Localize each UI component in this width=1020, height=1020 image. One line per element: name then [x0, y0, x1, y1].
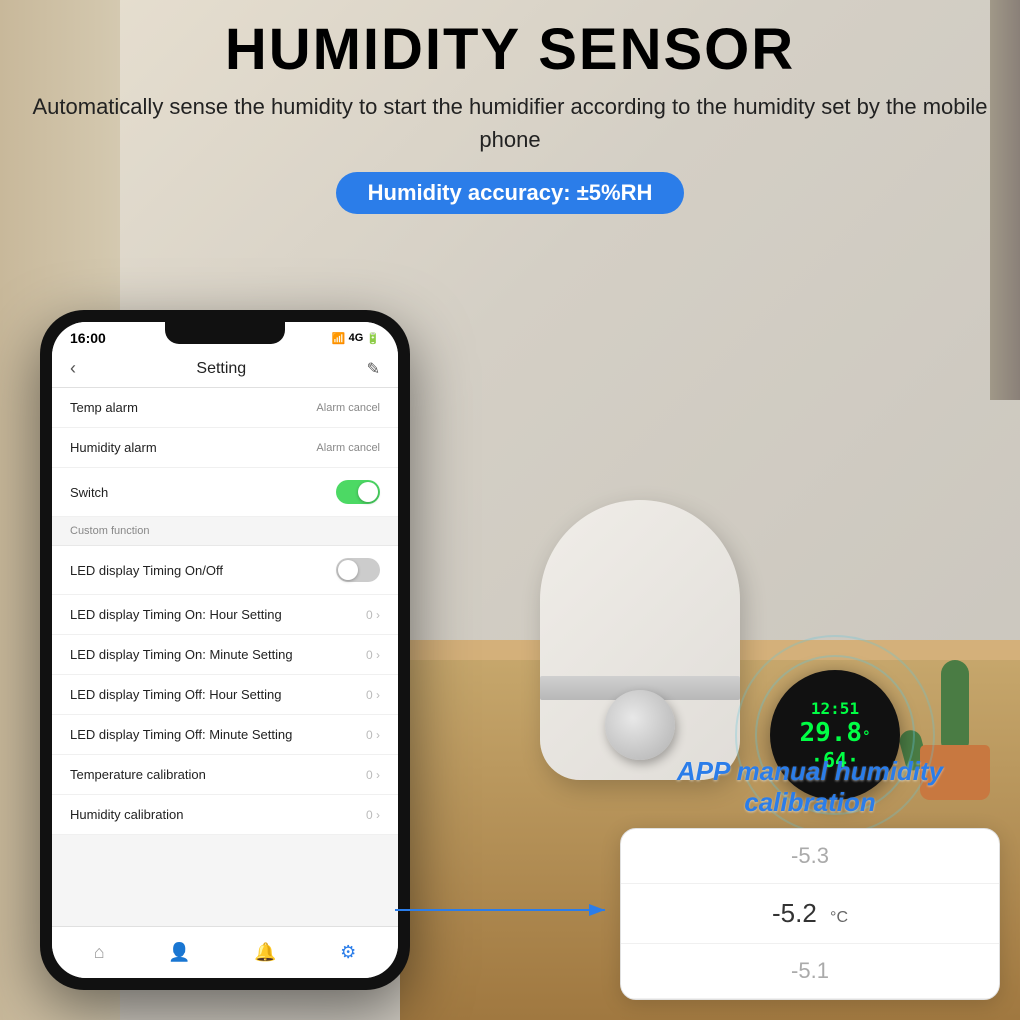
custom-section-header: Custom function — [52, 517, 398, 546]
bottom-nav-profile[interactable]: 👤 — [168, 942, 190, 963]
main-title: HUMIDITY SENSOR — [0, 18, 1020, 82]
profile-icon: 👤 — [168, 942, 190, 963]
led-on-minute-label: LED display Timing On: Minute Setting — [70, 647, 293, 662]
edit-button[interactable]: ✎ — [367, 359, 380, 379]
humidity-alarm-item[interactable]: Humidity alarm Alarm cancel — [52, 428, 398, 468]
led-on-hour-label: LED display Timing On: Hour Setting — [70, 607, 282, 622]
led-timing-toggle-item[interactable]: LED display Timing On/Off — [52, 546, 398, 595]
cal-unit: °C — [830, 909, 848, 926]
humidifier-knob — [605, 690, 675, 760]
cal-value-selected: -5.2 °C — [621, 884, 999, 944]
humidity-calibration-item[interactable]: Humidity calibration 0 › — [52, 795, 398, 835]
cal-value-bottom: -5.1 — [621, 944, 999, 999]
calibration-card: -5.3 -5.2 °C -5.1 — [620, 828, 1000, 1000]
temp-alarm-label: Temp alarm — [70, 400, 138, 415]
header-section: HUMIDITY SENSOR Automatically sense the … — [0, 0, 1020, 214]
phone-notch — [165, 322, 285, 344]
bottom-nav-settings[interactable]: ⚙ — [340, 942, 356, 963]
led-off-hour-label: LED display Timing Off: Hour Setting — [70, 687, 281, 702]
temp-calibration-arrow: 0 › — [366, 768, 380, 782]
led-on-minute-arrow: 0 › — [366, 648, 380, 662]
led-off-minute-label: LED display Timing Off: Minute Setting — [70, 727, 292, 742]
temp-calibration-label: Temperature calibration — [70, 767, 206, 782]
nav-title: Setting — [196, 360, 246, 378]
network-label: 4G — [349, 332, 364, 344]
calibration-section: APP manual humidity calibration -5.3 -5.… — [620, 756, 1000, 1000]
humidifier-body — [540, 500, 740, 780]
accuracy-badge: Humidity accuracy: ±5%RH — [336, 172, 685, 214]
nav-bar: ‹ Setting ✎ — [52, 350, 398, 388]
signal-icon: 📶 — [332, 332, 346, 345]
humidity-calibration-arrow: 0 › — [366, 808, 380, 822]
home-icon: ⌂ — [94, 942, 105, 963]
temp-alarm-item[interactable]: Temp alarm Alarm cancel — [52, 388, 398, 428]
led-timing-toggle[interactable] — [336, 558, 380, 582]
sensor-temperature: 29.8° — [799, 718, 870, 748]
settings-list: Temp alarm Alarm cancel Humidity alarm A… — [52, 388, 398, 517]
switch-label: Switch — [70, 485, 108, 500]
humidity-alarm-value: Alarm cancel — [316, 442, 380, 454]
bottom-nav-alarm[interactable]: 🔔 — [254, 942, 276, 963]
sensor-time: 12:51 — [811, 699, 859, 718]
settings-icon: ⚙ — [340, 942, 356, 963]
led-off-minute-arrow: 0 › — [366, 728, 380, 742]
bottom-nav-home[interactable]: ⌂ — [94, 942, 105, 963]
temp-calibration-item[interactable]: Temperature calibration 0 › — [52, 755, 398, 795]
led-off-hour-arrow: 0 › — [366, 688, 380, 702]
led-timing-label: LED display Timing On/Off — [70, 563, 223, 578]
back-button[interactable]: ‹ — [70, 358, 76, 379]
status-time: 16:00 — [70, 330, 106, 346]
alarm-icon: 🔔 — [254, 942, 276, 963]
cactus-body — [941, 660, 969, 750]
switch-toggle[interactable] — [336, 480, 380, 504]
cal-selected-value: -5.2 — [772, 898, 817, 928]
led-on-hour-item[interactable]: LED display Timing On: Hour Setting 0 › — [52, 595, 398, 635]
led-off-minute-item[interactable]: LED display Timing Off: Minute Setting 0… — [52, 715, 398, 755]
led-off-hour-item[interactable]: LED display Timing Off: Hour Setting 0 › — [52, 675, 398, 715]
led-on-minute-item[interactable]: LED display Timing On: Minute Setting 0 … — [52, 635, 398, 675]
temp-alarm-value: Alarm cancel — [316, 402, 380, 414]
phone-screen: 16:00 📶 4G 🔋 ‹ Setting ✎ Temp alarm Alar… — [52, 322, 398, 978]
phone-outer: 16:00 📶 4G 🔋 ‹ Setting ✎ Temp alarm Alar… — [40, 310, 410, 990]
calibration-title: APP manual humidity calibration — [620, 756, 1000, 818]
bottom-nav: ⌂ 👤 🔔 ⚙ — [52, 926, 398, 978]
subtitle: Automatically sense the humidity to star… — [0, 90, 1020, 156]
phone: 16:00 📶 4G 🔋 ‹ Setting ✎ Temp alarm Alar… — [40, 310, 410, 990]
humidity-calibration-label: Humidity calibration — [70, 807, 183, 822]
humidifier — [540, 500, 740, 780]
led-on-hour-arrow: 0 › — [366, 608, 380, 622]
humidity-alarm-label: Humidity alarm — [70, 440, 157, 455]
status-icons: 📶 4G 🔋 — [332, 332, 380, 345]
cal-value-top: -5.3 — [621, 829, 999, 884]
switch-item[interactable]: Switch — [52, 468, 398, 517]
custom-settings-list: LED display Timing On/Off LED display Ti… — [52, 546, 398, 835]
battery-icon: 🔋 — [366, 332, 380, 345]
